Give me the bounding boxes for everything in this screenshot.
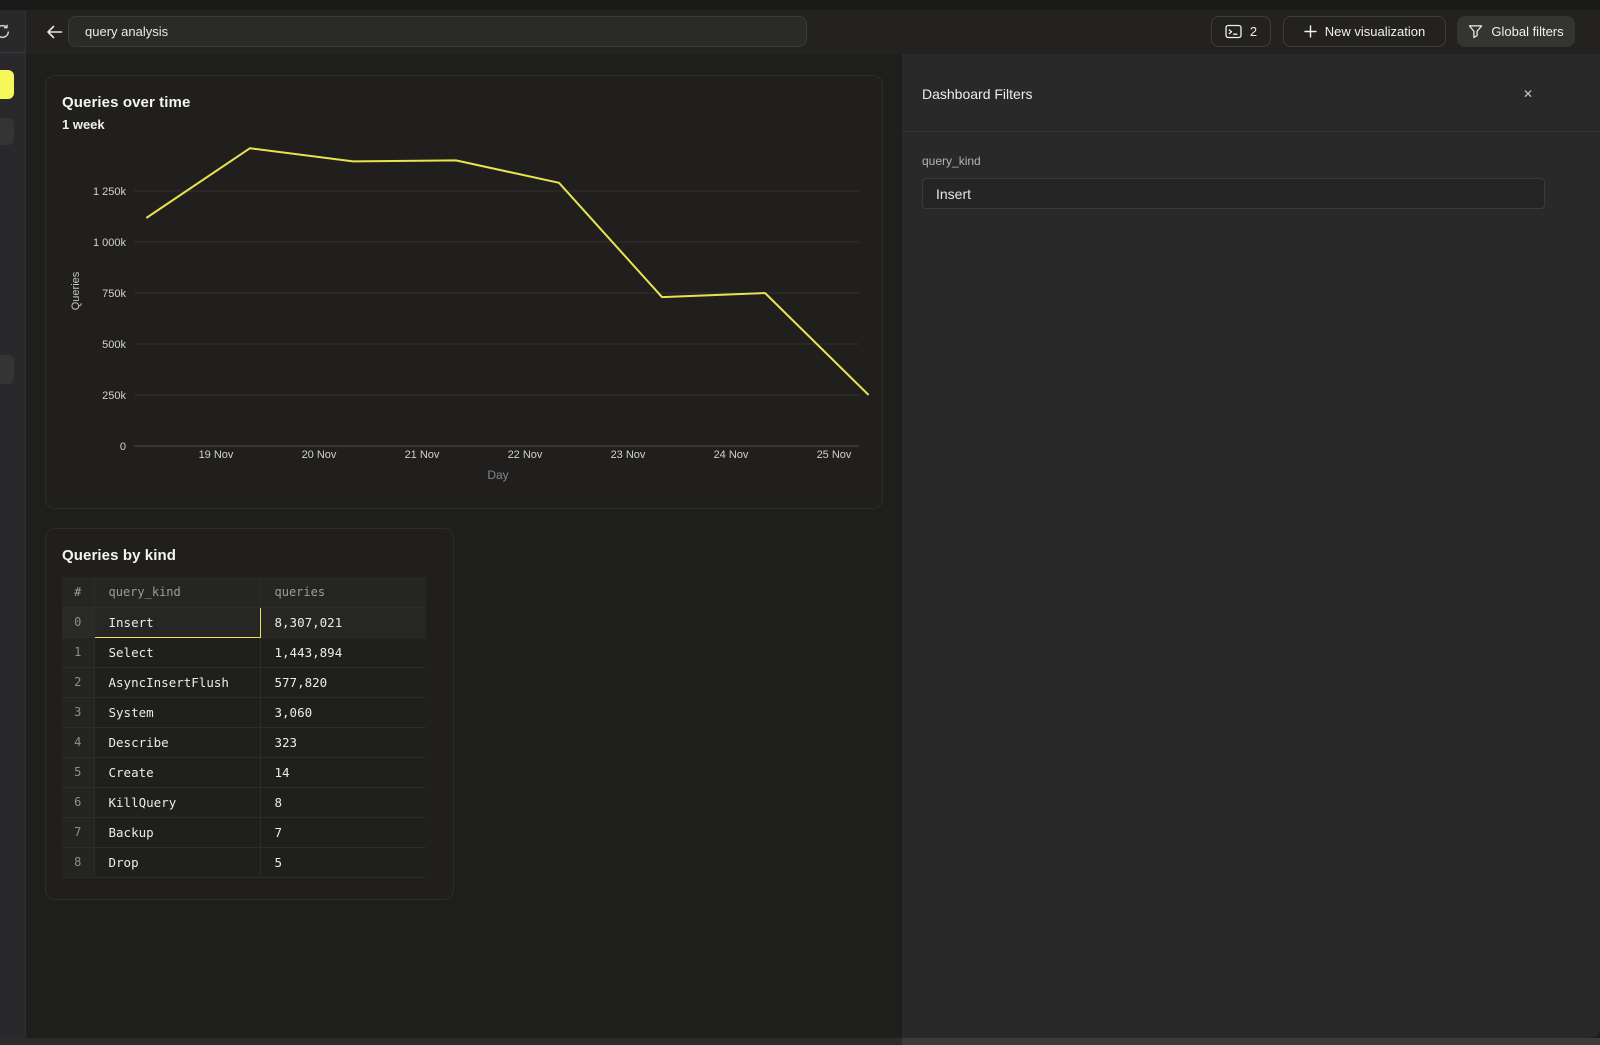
line-chart: 0 250k 500k 750k 1 000k 1 250k 19 Nov 20 Nov 21 …: [46, 136, 882, 508]
column-header-index: #: [62, 577, 94, 607]
table-row[interactable]: 6KillQuery8: [62, 787, 426, 817]
refresh-icon[interactable]: [0, 23, 11, 45]
cell-query-kind[interactable]: Backup: [94, 817, 260, 847]
y-axis-title: Queries: [70, 271, 82, 310]
row-index: 0: [62, 607, 94, 637]
x-axis-tick-label: 21 Nov: [405, 449, 440, 461]
chart-title: Queries over time: [62, 94, 190, 111]
x-axis-tick-label: 23 Nov: [611, 449, 646, 461]
queries-by-kind-table: # query_kind queries 0Insert8,307,0211Se…: [62, 577, 426, 878]
dashboard-filters-panel: Dashboard Filters ✕ query_kind Insert: [902, 54, 1600, 1038]
sidebar-item[interactable]: [0, 118, 14, 145]
dashboard-title-input[interactable]: query analysis: [68, 16, 807, 47]
sidebar-item-active[interactable]: [0, 70, 14, 99]
x-axis-title: Day: [487, 468, 508, 482]
chart-card-queries-over-time[interactable]: Queries over time 1 week 0 250k 500k 750k 1 …: [45, 75, 883, 509]
dashboard-title-value: query analysis: [85, 24, 168, 39]
table-row[interactable]: 1Select1,443,894: [62, 637, 426, 667]
cell-query-kind[interactable]: System: [94, 697, 260, 727]
cell-queries: 7: [260, 817, 426, 847]
x-axis-tick-label: 22 Nov: [508, 449, 543, 461]
new-visualization-label: New visualization: [1325, 24, 1425, 39]
arrow-left-icon: [46, 24, 63, 40]
close-icon[interactable]: ✕: [1518, 84, 1538, 104]
global-filters-label: Global filters: [1491, 24, 1563, 39]
cell-queries: 8,307,021: [260, 607, 426, 637]
plus-icon: [1304, 25, 1317, 38]
cell-query-kind[interactable]: Insert: [94, 607, 260, 637]
console-icon: [1225, 24, 1242, 39]
filter-field-label: query_kind: [922, 154, 981, 168]
table-row[interactable]: 4Describe323: [62, 727, 426, 757]
y-axis-tick-label: 0: [120, 441, 126, 453]
y-axis-tick-label: 750k: [102, 288, 126, 300]
topbar: query analysis 2 New visualization Globa…: [26, 10, 1600, 54]
y-axis-tick-label: 250k: [102, 390, 126, 402]
y-axis-tick-label: 500k: [102, 339, 126, 351]
row-index: 8: [62, 847, 94, 877]
left-sidebar-rail: [0, 10, 26, 1038]
cell-queries: 14: [260, 757, 426, 787]
column-header-query-kind: query_kind: [94, 577, 260, 607]
column-header-queries: queries: [260, 577, 426, 607]
cell-queries: 577,820: [260, 667, 426, 697]
cell-query-kind[interactable]: Describe: [94, 727, 260, 757]
table-row[interactable]: 2AsyncInsertFlush577,820: [62, 667, 426, 697]
row-index: 6: [62, 787, 94, 817]
row-index: 4: [62, 727, 94, 757]
table-row[interactable]: 5Create14: [62, 757, 426, 787]
cell-queries: 1,443,894: [260, 637, 426, 667]
new-visualization-button[interactable]: New visualization: [1283, 16, 1446, 47]
cell-queries: 8: [260, 787, 426, 817]
row-index: 7: [62, 817, 94, 847]
sidebar-item[interactable]: [0, 355, 14, 384]
console-tabs-button[interactable]: 2: [1211, 16, 1271, 47]
row-index: 5: [62, 757, 94, 787]
cell-query-kind[interactable]: Drop: [94, 847, 260, 877]
table-row[interactable]: 3System3,060: [62, 697, 426, 727]
cell-query-kind[interactable]: KillQuery: [94, 787, 260, 817]
x-axis-tick-label: 20 Nov: [302, 449, 337, 461]
table-header-row: # query_kind queries: [62, 577, 426, 607]
cell-query-kind[interactable]: AsyncInsertFlush: [94, 667, 260, 697]
table-row[interactable]: 0Insert8,307,021: [62, 607, 426, 637]
x-axis-tick-label: 19 Nov: [199, 449, 234, 461]
cell-query-kind[interactable]: Create: [94, 757, 260, 787]
y-axis-tick-label: 1 250k: [93, 186, 127, 198]
row-index: 3: [62, 697, 94, 727]
console-tab-count: 2: [1250, 24, 1257, 39]
window-top-strip: [0, 0, 1600, 10]
chart-subtitle: 1 week: [62, 117, 105, 132]
panel-divider: [902, 131, 1600, 132]
cell-query-kind[interactable]: Select: [94, 637, 260, 667]
cell-queries: 5: [260, 847, 426, 877]
filters-panel-title: Dashboard Filters: [922, 86, 1033, 102]
chart-line-series: [147, 148, 868, 394]
query-kind-filter-input[interactable]: Insert: [922, 178, 1545, 209]
cell-queries: 323: [260, 727, 426, 757]
table-title: Queries by kind: [62, 547, 176, 564]
row-index: 2: [62, 667, 94, 697]
app-window: query analysis 2 New visualization Globa…: [0, 0, 1600, 1045]
x-axis-tick-label: 24 Nov: [714, 449, 749, 461]
x-axis-tick-label: 25 Nov: [817, 449, 852, 461]
row-index: 1: [62, 637, 94, 667]
global-filters-button[interactable]: Global filters: [1457, 16, 1575, 47]
table-row[interactable]: 7Backup7: [62, 817, 426, 847]
back-button[interactable]: [40, 19, 68, 45]
filter-funnel-icon: [1468, 24, 1483, 39]
query-kind-filter-value: Insert: [936, 186, 971, 202]
rail-divider: [0, 52, 26, 53]
y-axis-tick-label: 1 000k: [93, 237, 127, 249]
cell-queries: 3,060: [260, 697, 426, 727]
window-bottom-edge-right: [902, 1038, 1600, 1045]
table-card-queries-by-kind[interactable]: Queries by kind # query_kind queries 0In…: [45, 528, 454, 900]
table-row[interactable]: 8Drop5: [62, 847, 426, 877]
